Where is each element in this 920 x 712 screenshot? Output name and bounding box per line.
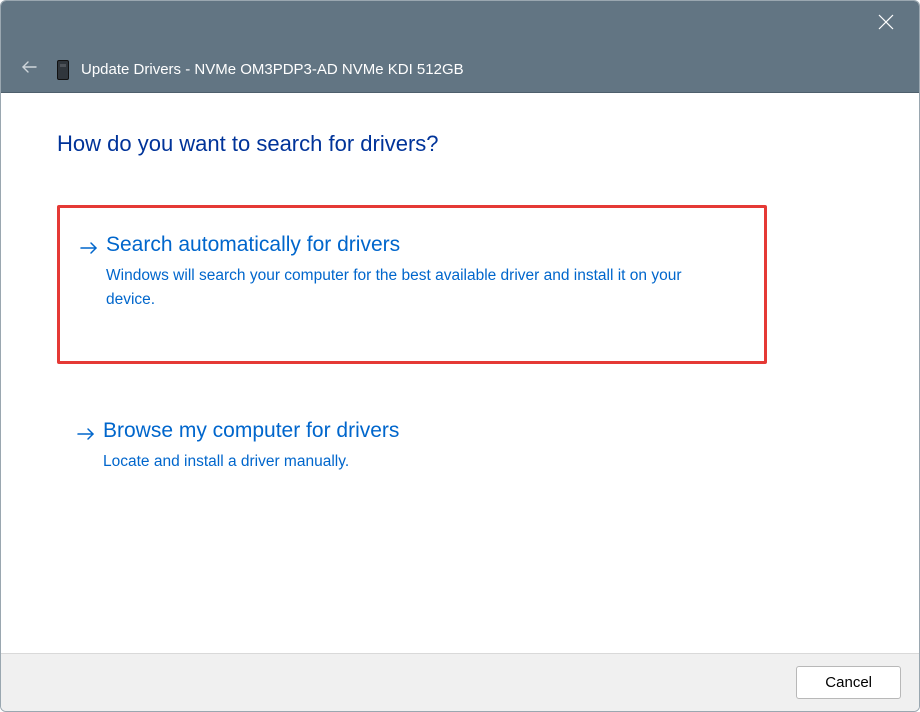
cancel-button[interactable]: Cancel (796, 666, 901, 699)
option-text: Browse my computer for drivers Locate an… (101, 418, 845, 474)
title-bar: Update Drivers - NVMe OM3PDP3-AD NVMe KD… (1, 47, 919, 93)
back-arrow-icon (20, 58, 38, 81)
arrow-right-icon (74, 232, 104, 258)
window-top-bar (1, 1, 919, 47)
option-browse-computer[interactable]: Browse my computer for drivers Locate an… (57, 400, 863, 502)
option-title: Search automatically for drivers (106, 232, 746, 258)
window-title: Update Drivers - NVMe OM3PDP3-AD NVMe KD… (81, 61, 464, 78)
dialog-footer: Cancel (1, 653, 919, 711)
option-search-automatically[interactable]: Search automatically for drivers Windows… (57, 205, 767, 364)
arrow-right-icon (71, 418, 101, 444)
close-icon (878, 14, 894, 35)
option-description: Locate and install a driver manually. (103, 450, 723, 473)
option-title: Browse my computer for drivers (103, 418, 845, 444)
option-text: Search automatically for drivers Windows… (104, 232, 746, 311)
option-description: Windows will search your computer for th… (106, 264, 726, 311)
content-area: How do you want to search for drivers? S… (1, 93, 919, 653)
close-button[interactable] (873, 11, 899, 37)
disk-drive-icon (57, 60, 69, 80)
page-heading: How do you want to search for drivers? (57, 131, 863, 157)
update-drivers-dialog: Update Drivers - NVMe OM3PDP3-AD NVMe KD… (0, 0, 920, 712)
back-button[interactable] (17, 58, 41, 82)
